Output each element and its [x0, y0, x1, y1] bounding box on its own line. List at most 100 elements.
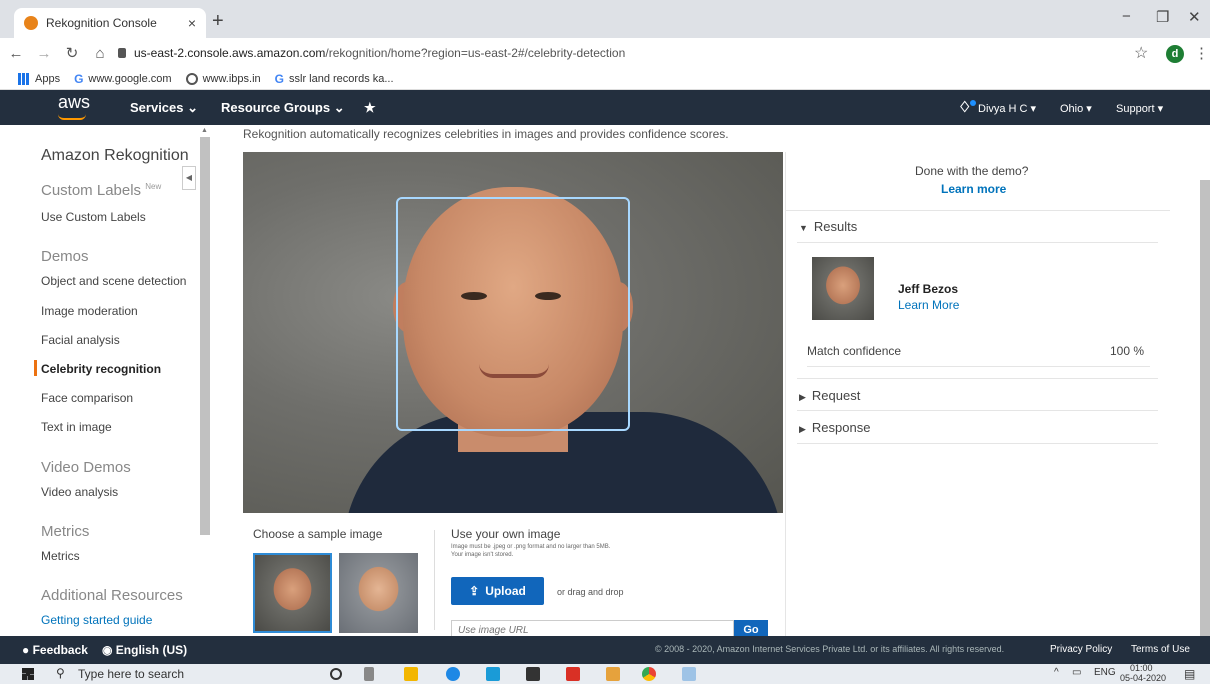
url-omnibox[interactable]: us-east-2.console.aws.amazon.com/rekogni…	[108, 42, 1158, 64]
done-question: Done with the demo?	[915, 164, 1029, 178]
minimize-icon[interactable]: −	[1122, 8, 1131, 25]
sidebar-collapse-button[interactable]: ◀	[182, 166, 196, 190]
cortana-icon[interactable]	[330, 668, 342, 680]
account-menu[interactable]: Divya H C ▾	[978, 102, 1036, 115]
panel-divider	[807, 366, 1150, 367]
terms-of-use-link[interactable]: Terms of Use	[1131, 644, 1190, 655]
bookmark-star-icon[interactable]: ☆	[1134, 43, 1148, 63]
celebrity-thumbnail	[812, 257, 874, 320]
caret-right-icon: ▶	[799, 424, 806, 434]
privacy-policy-link[interactable]: Privacy Policy	[1050, 644, 1112, 655]
new-badge: New	[145, 182, 162, 191]
pin-icon[interactable]: ★	[364, 100, 376, 116]
support-menu[interactable]: Support ▾	[1116, 102, 1163, 115]
main-scrollbar[interactable]	[1200, 180, 1210, 636]
windows-start-icon[interactable]	[22, 668, 34, 680]
aws-header: aws Services ⌄ Resource Groups ⌄ ★ ♢ Div…	[0, 90, 1210, 125]
sidebar-item-facial-analysis[interactable]: Facial analysis	[41, 333, 120, 347]
app-l-icon[interactable]	[486, 667, 500, 681]
sidebar-item-celebrity-recognition[interactable]: Celebrity recognition	[41, 362, 161, 376]
divider	[434, 530, 435, 630]
sidebar-item-video-analysis[interactable]: Video analysis	[41, 485, 118, 499]
file-explorer-icon[interactable]	[404, 667, 418, 681]
tab-close-icon[interactable]: ×	[188, 15, 196, 31]
globe-icon: ◉	[101, 643, 113, 657]
request-accordion[interactable]: ▶ Request	[799, 388, 860, 403]
google-icon: G	[74, 71, 84, 86]
sidebar-item-face-comparison[interactable]: Face comparison	[41, 391, 133, 405]
bookmark-sslr[interactable]: Gsslr land records ka...	[275, 72, 394, 86]
url-path: /rekognition/home?region=us-east-2#/cele…	[325, 46, 626, 60]
browser-menu-icon[interactable]: ⋮	[1194, 44, 1209, 62]
notification-dot	[970, 100, 976, 106]
sidebar-scrollbar[interactable]	[200, 137, 210, 535]
url-host: us-east-2.console.aws.amazon.com	[134, 46, 326, 60]
notifications-icon[interactable]: ▤	[1184, 667, 1195, 681]
learn-more-link[interactable]: Learn more	[941, 182, 1006, 196]
maximize-icon[interactable]: ❐	[1156, 8, 1169, 26]
sidebar: Amazon Rekognition Custom Labels New Use…	[0, 125, 210, 636]
edge-icon[interactable]	[446, 667, 460, 681]
bookmark-ibps[interactable]: www.ibps.in	[185, 72, 261, 85]
caret-down-icon: ▼	[799, 223, 808, 233]
bookmark-apps[interactable]: Apps	[18, 72, 60, 85]
caret-right-icon: ▶	[799, 392, 806, 402]
sidebar-item-image-moderation[interactable]: Image moderation	[41, 304, 138, 318]
battery-icon: ▭	[1072, 667, 1082, 678]
upload-button[interactable]: ⇪ Upload	[451, 577, 544, 605]
close-window-icon[interactable]: ✕	[1188, 8, 1201, 26]
results-accordion[interactable]: ▼ Results	[799, 219, 857, 234]
back-icon[interactable]: ←	[4, 45, 28, 62]
taskbar-search-input[interactable]: Type here to search	[78, 667, 184, 681]
app-window-icon[interactable]	[682, 667, 696, 681]
lock-icon	[118, 48, 126, 58]
store-icon[interactable]	[526, 667, 540, 681]
response-accordion[interactable]: ▶ Response	[799, 420, 870, 435]
sidebar-section-video-demos: Video Demos	[41, 459, 131, 476]
sidebar-scroll-up-icon[interactable]: ▲	[201, 127, 208, 134]
language-selector[interactable]: ◉ English (US)	[102, 643, 187, 657]
reload-icon[interactable]: ↻	[60, 44, 84, 62]
sidebar-title[interactable]: Amazon Rekognition	[41, 147, 189, 165]
tray-chevron-icon[interactable]: ^	[1054, 667, 1059, 678]
language-indicator[interactable]: ENG	[1094, 667, 1116, 678]
resource-groups-menu[interactable]: Resource Groups ⌄	[221, 100, 345, 116]
celebrity-learn-more-link[interactable]: Learn More	[898, 298, 959, 312]
chat-bubble-icon: ●	[22, 643, 30, 657]
sidebar-item-object-detection[interactable]: Object and scene detection	[41, 274, 186, 288]
bookmark-google[interactable]: Gwww.google.com	[74, 72, 172, 86]
windows-taskbar: ⚲ Type here to search ^ ▭ ENG 01:00 05-0…	[0, 663, 1210, 684]
sample-image-2[interactable]	[339, 553, 418, 633]
sidebar-item-getting-started[interactable]: Getting started guide	[41, 613, 152, 627]
app-icon[interactable]	[606, 667, 620, 681]
services-menu[interactable]: Services ⌄	[130, 100, 198, 116]
sidebar-item-use-custom-labels[interactable]: Use Custom Labels	[41, 210, 146, 224]
chrome-icon[interactable]	[642, 667, 656, 681]
sidebar-item-metrics[interactable]: Metrics	[41, 549, 80, 563]
aws-favicon-icon	[24, 16, 38, 30]
mail-icon[interactable]	[566, 667, 580, 681]
sidebar-section-additional-resources: Additional Resources	[41, 587, 183, 604]
aws-logo[interactable]: aws	[58, 92, 90, 113]
panel-divider	[797, 410, 1158, 411]
clock-date[interactable]: 05-04-2020	[1120, 673, 1166, 683]
profile-avatar[interactable]: d	[1166, 45, 1184, 63]
face-bounding-box	[396, 197, 630, 431]
match-confidence-value: 100 %	[1110, 344, 1145, 358]
active-item-marker	[34, 360, 37, 376]
browser-tab[interactable]: Rekognition Console ×	[14, 8, 206, 38]
forward-icon[interactable]: →	[32, 45, 56, 62]
sidebar-item-text-in-image[interactable]: Text in image	[41, 420, 112, 434]
new-tab-button[interactable]: +	[212, 10, 224, 33]
match-confidence-label: Match confidence	[807, 344, 902, 358]
clock-time[interactable]: 01:00	[1130, 663, 1153, 673]
task-view-icon[interactable]	[364, 667, 374, 681]
aws-footer: ● Feedback ◉ English (US) © 2008 - 2020,…	[0, 636, 1210, 664]
sample-image-1[interactable]	[253, 553, 332, 633]
region-menu[interactable]: Ohio ▾	[1060, 102, 1092, 115]
panel-divider	[785, 210, 1170, 211]
image-requirements-hint: Image must be .jpeg or .png format and n…	[451, 544, 611, 558]
panel-divider	[797, 378, 1158, 379]
use-own-image-label: Use your own image	[451, 527, 561, 541]
feedback-link[interactable]: ● Feedback	[22, 643, 88, 657]
